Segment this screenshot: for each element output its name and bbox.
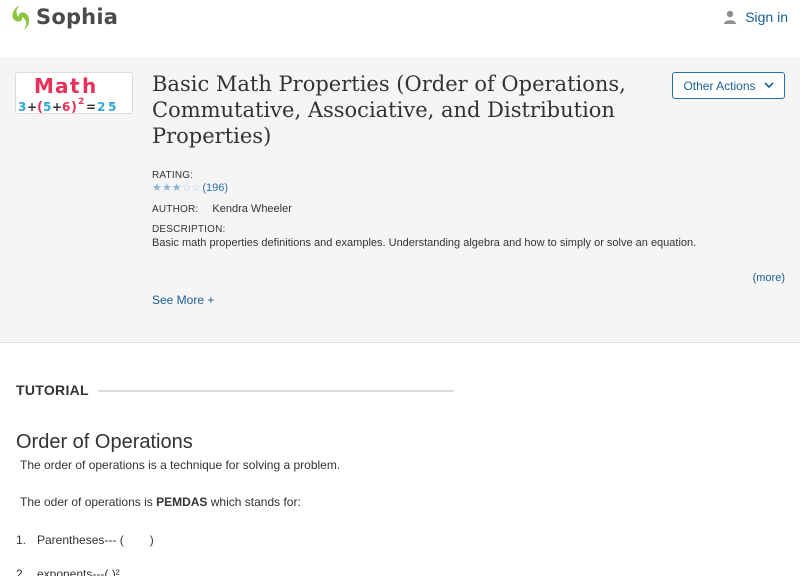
svg-text:2: 2: [97, 100, 105, 114]
tutorial-heading: Order of Operations: [16, 431, 193, 453]
svg-text:+: +: [52, 100, 62, 114]
svg-text:t: t: [70, 74, 80, 98]
other-actions-button[interactable]: Other Actions: [672, 72, 785, 99]
svg-text:a: a: [55, 74, 69, 98]
svg-text:5: 5: [108, 100, 116, 114]
tutorial-paragraph-pemdas: The oder of operations is PEMDAS which s…: [20, 495, 301, 509]
rating-label: RATING:: [152, 170, 194, 181]
rating-count[interactable]: (196): [202, 182, 228, 194]
tutorial-label: TUTORIAL: [16, 382, 89, 398]
sophia-leaf-icon: [12, 4, 30, 30]
logo-text: Sophia: [36, 5, 119, 29]
sophia-logo[interactable]: Sophia: [10, 3, 118, 31]
pemdas-prefix: The oder of operations is: [20, 495, 157, 509]
rating[interactable]: ★ ★ ★ ☆ ☆ (196): [152, 182, 228, 194]
list-number: 1.: [16, 533, 27, 547]
author-row: AUTHOR: Kendra Wheeler: [152, 203, 292, 215]
star-filled-icon: ★: [161, 182, 172, 194]
svg-text:3: 3: [18, 100, 26, 114]
author-label: AUTHOR:: [152, 203, 199, 215]
list-item: 1. Parentheses--- ( ): [16, 533, 154, 547]
tutorial-section-label: TUTORIAL: [16, 382, 89, 398]
star-filled-icon: ★: [152, 182, 162, 194]
chevron-down-icon: [763, 82, 774, 89]
list-item: 2. exponents---( )²: [16, 567, 120, 576]
more-link[interactable]: (more): [753, 272, 785, 284]
description-label: DESCRIPTION:: [152, 224, 226, 235]
svg-text:h: h: [82, 74, 96, 98]
svg-text:+: +: [27, 100, 37, 114]
course-header: M a t h 3 + ( 5 + 6 ) 2 = 2 5 Basic Math…: [0, 57, 800, 343]
star-empty-icon: ☆: [191, 182, 202, 194]
list-number: 2.: [16, 567, 27, 576]
star-empty-icon: ☆: [181, 182, 192, 194]
sign-in-link[interactable]: Sign in: [723, 9, 788, 25]
other-actions-label: Other Actions: [683, 78, 756, 93]
list-close-paren: ): [149, 533, 154, 547]
sign-in-label: Sign in: [745, 9, 788, 25]
svg-text:): ): [71, 100, 77, 114]
tutorial-paragraph: The order of operations is a technique f…: [20, 458, 341, 472]
section-divider: [98, 390, 454, 392]
course-thumbnail: M a t h 3 + ( 5 + 6 ) 2 = 2 5: [15, 72, 133, 114]
svg-text:M: M: [34, 74, 54, 98]
svg-text:5: 5: [43, 100, 51, 114]
top-bar: Sophia Sign in: [0, 0, 800, 36]
svg-text:2: 2: [78, 97, 84, 107]
rating-stars: ★ ★ ★ ☆ ☆: [152, 182, 201, 194]
see-more-link[interactable]: See More +: [152, 293, 214, 307]
course-title: Basic Math Properties (Order of Operatio…: [152, 72, 626, 148]
svg-text:6: 6: [62, 100, 70, 114]
description-text: Basic math properties definitions and ex…: [152, 237, 697, 249]
pemdas-bold: PEMDAS: [156, 495, 208, 509]
star-filled-icon: ★: [171, 182, 182, 194]
pemdas-suffix: which stands for:: [207, 495, 301, 509]
math-thumbnail-image: M a t h 3 + ( 5 + 6 ) 2 = 2 5: [18, 74, 116, 114]
author-name: Kendra Wheeler: [212, 203, 292, 215]
person-icon: [724, 10, 737, 24]
list-text: exponents---( )²: [37, 567, 120, 576]
svg-text:=: =: [86, 100, 96, 114]
list-text: Parentheses--- (: [37, 533, 124, 547]
